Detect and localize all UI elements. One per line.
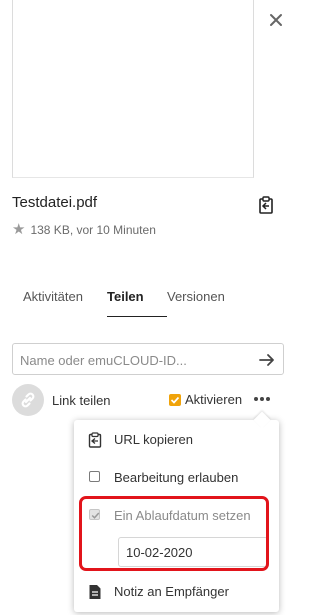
file-preview bbox=[12, 0, 254, 178]
arrow-right-icon[interactable] bbox=[258, 351, 276, 369]
active-tab-indicator bbox=[107, 316, 167, 317]
file-name: Testdatei.pdf bbox=[12, 194, 98, 211]
clipboard-icon bbox=[88, 432, 102, 448]
menu-item-copy-url[interactable]: URL kopieren bbox=[74, 425, 279, 453]
file-meta-text: 138 KB, vor 10 Minuten bbox=[30, 222, 156, 237]
menu-item-allow-editing[interactable]: Bearbeitung erlauben bbox=[74, 463, 279, 491]
share-search-box bbox=[12, 343, 284, 375]
more-options-icon[interactable] bbox=[252, 392, 272, 406]
clipboard-icon[interactable] bbox=[258, 196, 274, 214]
tab-bar: Aktivitäten Teilen Versionen bbox=[12, 286, 284, 318]
tab-teilen[interactable]: Teilen bbox=[107, 289, 144, 304]
checkbox-checked-icon bbox=[169, 393, 181, 406]
activate-label: Aktivieren bbox=[185, 392, 243, 407]
tab-aktivitaeten[interactable]: Aktivitäten bbox=[23, 289, 83, 304]
activate-checkbox[interactable]: Aktivieren bbox=[169, 392, 242, 407]
link-icon bbox=[12, 384, 44, 416]
menu-item-note[interactable]: Notiz an Empfänger bbox=[74, 577, 279, 605]
link-share-row: Link teilen Aktivieren bbox=[12, 384, 284, 416]
menu-item-label: Notiz an Empfänger bbox=[114, 584, 229, 599]
note-icon bbox=[88, 584, 102, 599]
checkbox-unchecked-icon[interactable] bbox=[89, 471, 100, 482]
menu-item-label: Bearbeitung erlauben bbox=[114, 470, 239, 485]
link-share-label: Link teilen bbox=[52, 393, 111, 408]
close-icon[interactable] bbox=[268, 12, 284, 28]
share-search-input[interactable] bbox=[20, 350, 250, 370]
file-meta: ★ 138 KB, vor 10 Minuten bbox=[12, 222, 156, 237]
tab-versionen[interactable]: Versionen bbox=[167, 289, 225, 304]
highlight-annotation bbox=[79, 496, 269, 571]
menu-item-label: URL kopieren bbox=[114, 432, 194, 447]
star-icon[interactable]: ★ bbox=[12, 222, 25, 237]
